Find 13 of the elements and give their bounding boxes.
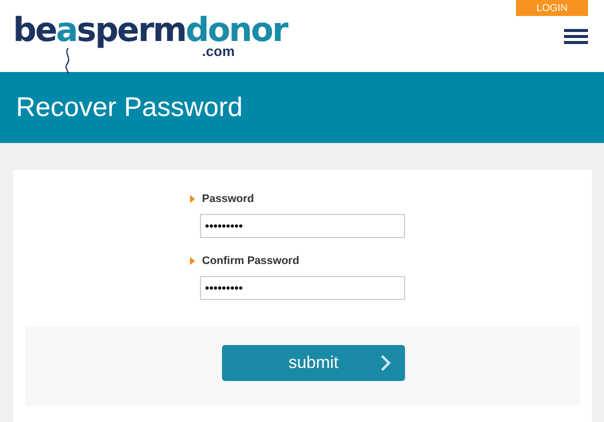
page-title: Recover Password bbox=[16, 92, 243, 123]
field-label: Confirm Password bbox=[202, 255, 300, 267]
menu-icon[interactable] bbox=[564, 29, 588, 44]
password-field[interactable]: ••••••••• bbox=[200, 276, 405, 300]
arrow-icon bbox=[190, 195, 195, 203]
arrow-icon bbox=[190, 257, 195, 265]
logo-text: be bbox=[13, 10, 56, 50]
logo-text: sperm bbox=[76, 10, 186, 50]
logo-text: a bbox=[56, 10, 77, 50]
submit-button[interactable]: submit bbox=[222, 345, 405, 381]
password-field[interactable]: ••••••••• bbox=[200, 214, 405, 238]
field-label: Password bbox=[202, 193, 254, 205]
chevron-icon bbox=[381, 355, 391, 371]
